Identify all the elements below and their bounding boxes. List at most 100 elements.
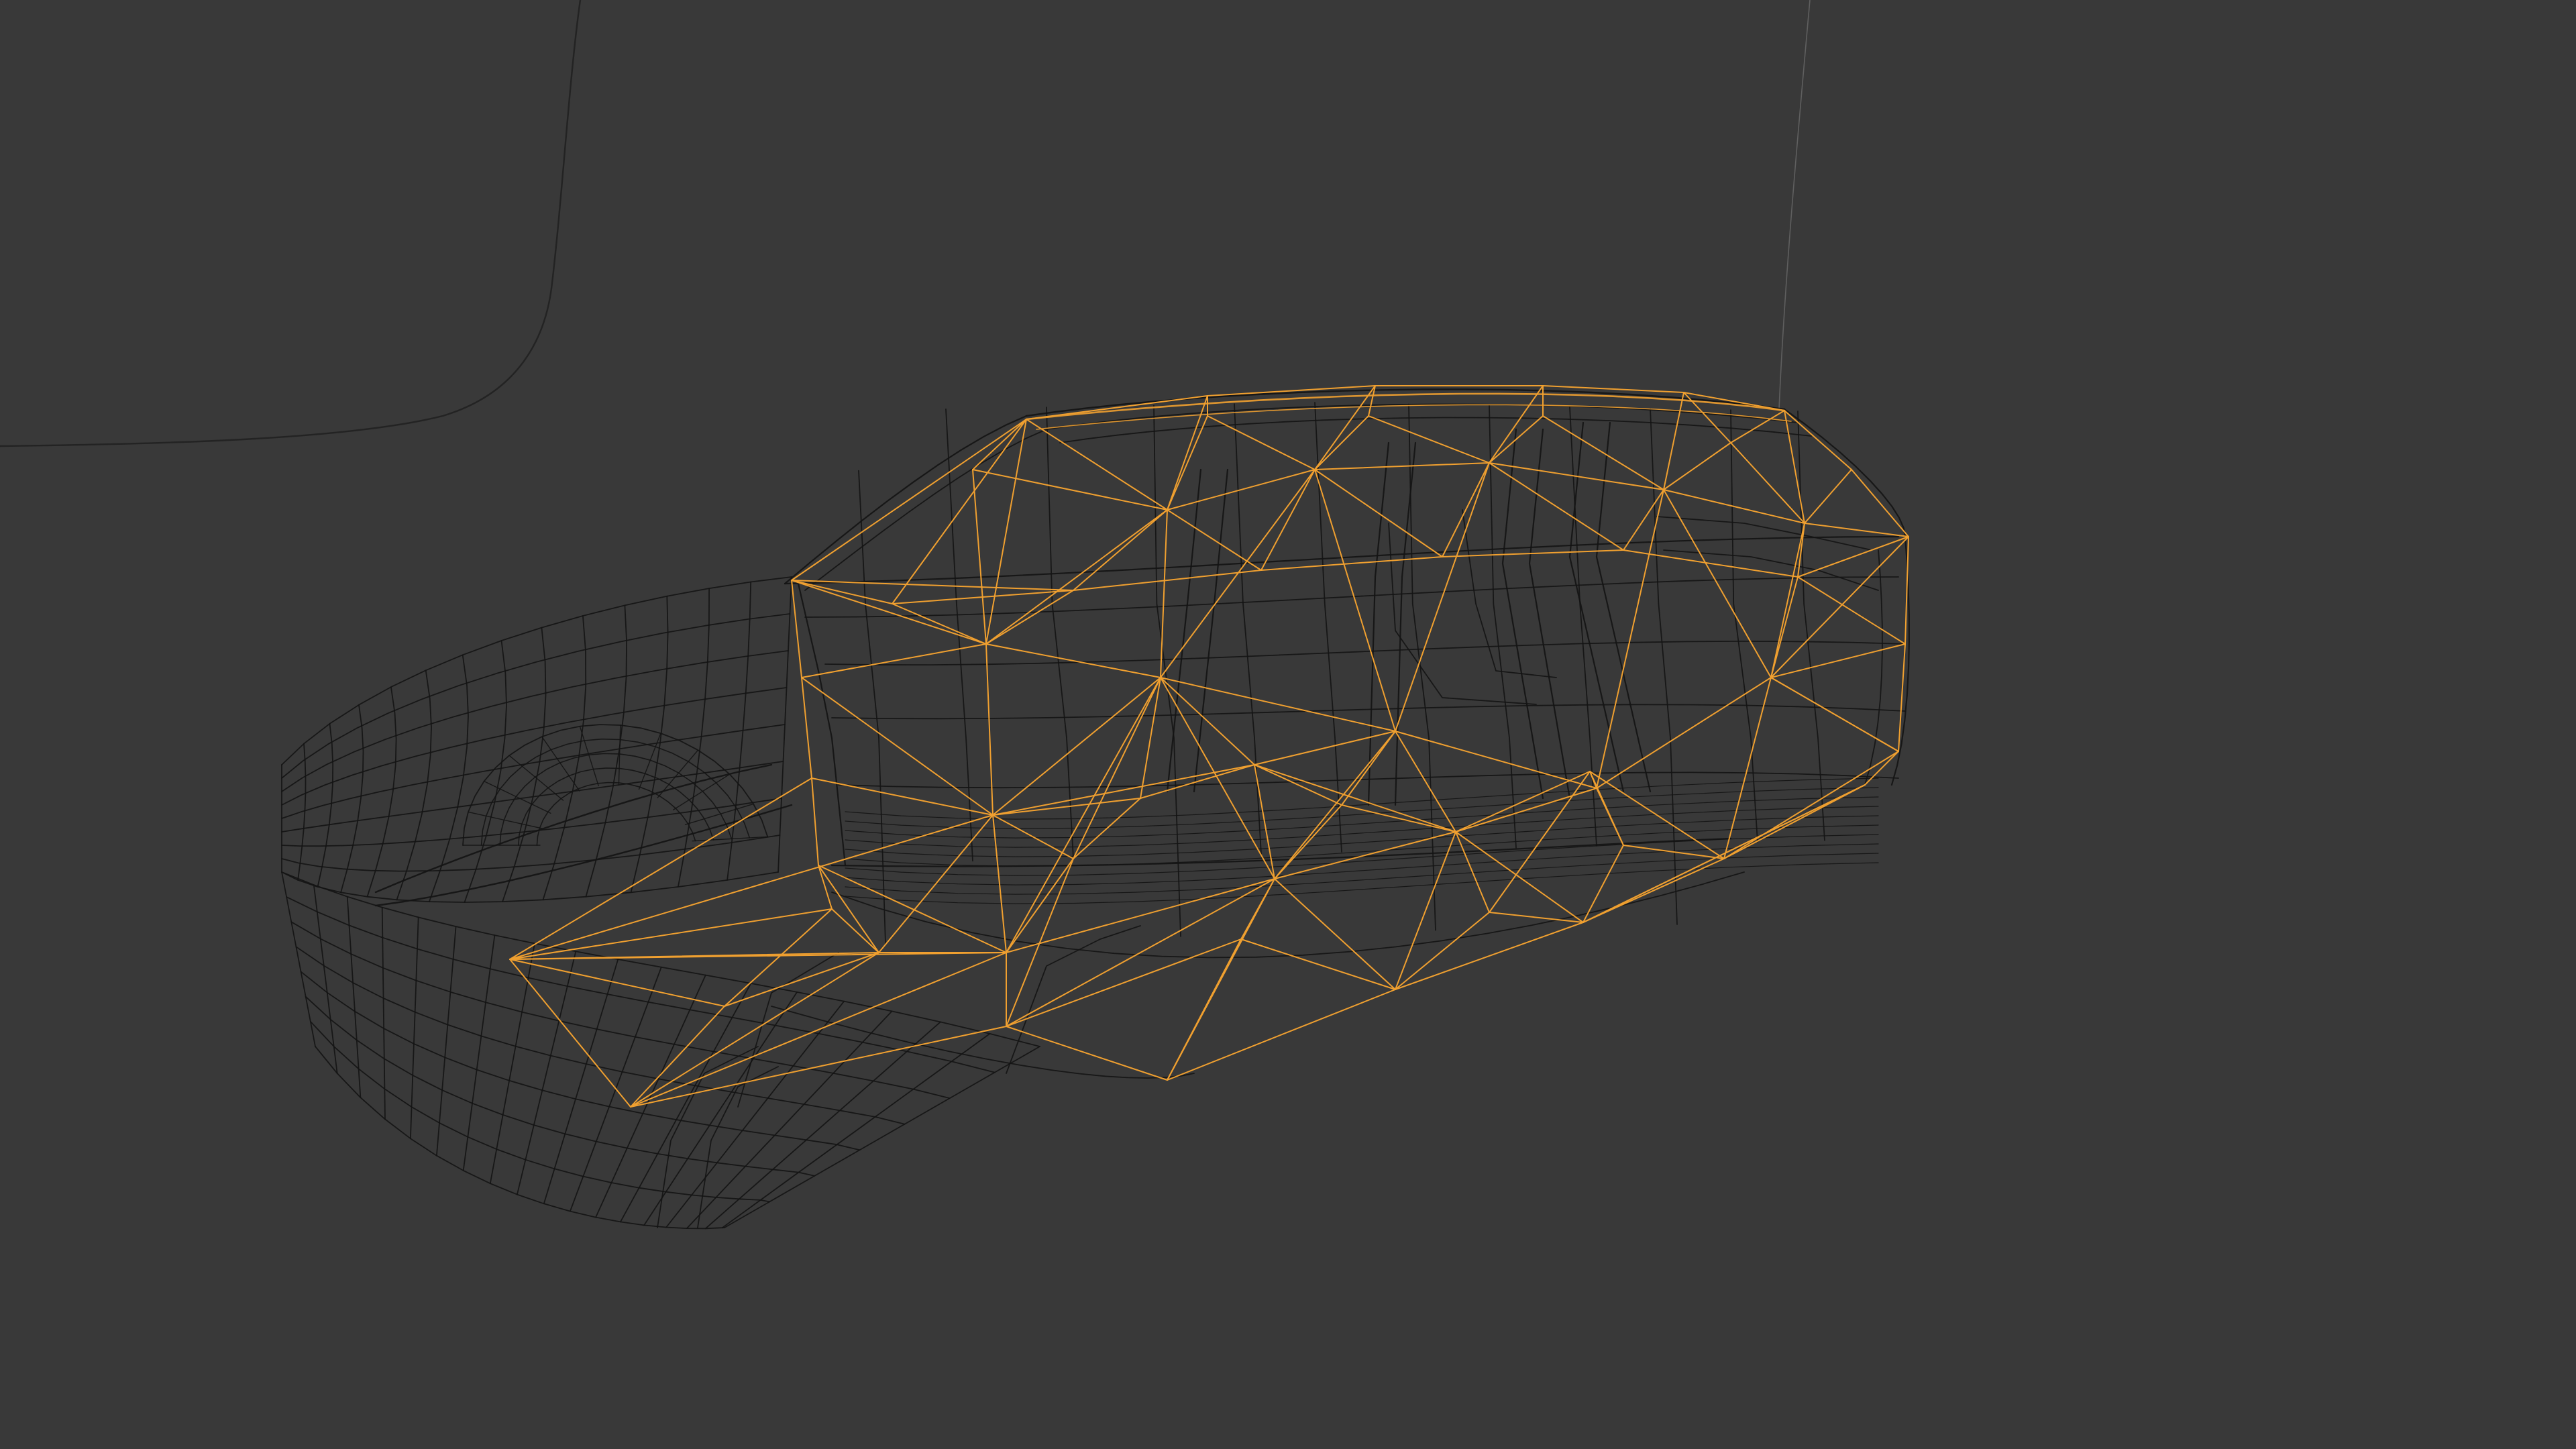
hull-edge <box>791 580 1074 591</box>
hull-edge <box>1207 415 1316 470</box>
lower-panel-line <box>845 815 1879 857</box>
a-pillar <box>784 415 1028 585</box>
wheel-arch <box>517 767 714 846</box>
hull-edge <box>1784 410 1805 524</box>
hull-edge <box>1596 677 1772 789</box>
hull-edge <box>1006 858 1074 953</box>
hull-edge <box>992 677 1161 816</box>
car-body-wireframe[interactable] <box>281 388 1910 1230</box>
wheel-arch-spoke <box>468 811 543 829</box>
bumper-grid-line <box>436 926 457 1157</box>
viewport-scene[interactable] <box>0 0 2576 1449</box>
hull-edge <box>1804 523 1909 537</box>
hull-edge <box>1167 938 1242 1081</box>
hull-edge <box>1489 385 1544 464</box>
hull-edge <box>1160 677 1396 732</box>
rear-window <box>1663 549 1879 591</box>
door-vertical <box>1046 407 1074 859</box>
hood-grid-line <box>281 576 792 765</box>
hull-edge <box>630 1026 1007 1108</box>
hull-edge <box>1582 845 1624 923</box>
camera-clip-line <box>1778 0 1811 410</box>
hull-edge <box>1898 643 1906 752</box>
hull-edge <box>1784 410 1852 470</box>
hull-edge <box>1073 677 1161 859</box>
wheel-arch-spoke <box>618 724 621 786</box>
rear-end <box>1890 535 1910 786</box>
hull-edge <box>1073 509 1168 591</box>
hull-edge <box>801 677 994 816</box>
bumper-grid-line <box>313 884 338 1074</box>
rear-end <box>1864 549 1883 786</box>
collision-hull-wireframe[interactable] <box>509 385 1909 1108</box>
hull-edge <box>1770 536 1909 678</box>
3d-viewport[interactable] <box>0 0 2576 1449</box>
hull-edge <box>992 814 1007 953</box>
background-curve <box>0 0 582 447</box>
hull-edge <box>1770 643 1906 678</box>
bumper-grid-line <box>410 916 419 1140</box>
hull-edge <box>1167 469 1316 511</box>
roof-rail <box>1046 403 1799 430</box>
hull-edge <box>724 952 879 1007</box>
hull-edge <box>1240 938 1396 990</box>
hull-edge <box>1489 462 1624 551</box>
hull-edge <box>1006 1026 1168 1081</box>
hull-edge <box>1274 878 1396 990</box>
hull-edge <box>831 908 879 953</box>
body-crease <box>831 704 1906 720</box>
hull-edge <box>1314 415 1369 470</box>
lower-panel-line <box>845 834 1879 876</box>
hull-edge <box>801 677 812 779</box>
lower-panel-line <box>845 787 1879 829</box>
pillar <box>1193 468 1229 793</box>
hull-edge <box>509 814 994 960</box>
bumper-grid-line <box>281 871 1040 1047</box>
hull-edge <box>1770 576 1799 678</box>
hull-edge <box>1663 489 1772 678</box>
hull-edge <box>801 643 987 678</box>
roof-rail <box>1025 388 1786 417</box>
door-vertical <box>1234 403 1262 855</box>
pillar <box>1568 421 1625 793</box>
pillar <box>1394 441 1417 806</box>
hull-edge <box>818 865 879 953</box>
hull-edge <box>1797 536 1909 578</box>
hull-edge <box>1006 677 1161 953</box>
lower-panel-line <box>845 796 1879 839</box>
hull-edge <box>791 419 1027 581</box>
hull-edge <box>1489 415 1544 464</box>
hull-edge <box>1442 462 1490 557</box>
skirt <box>1006 925 1141 1074</box>
hull-edge <box>1167 395 1208 511</box>
hull-edge <box>985 590 1074 645</box>
hull-edge <box>509 908 833 960</box>
hull-edge <box>1663 442 1731 490</box>
hull-edge <box>1804 469 1852 524</box>
hull-edge <box>1006 858 1074 1027</box>
hull-edge <box>1395 831 1456 990</box>
hull-edge <box>1723 784 1866 859</box>
door-vertical <box>1650 408 1678 925</box>
hull-edge <box>1723 751 1899 859</box>
headlight-edge <box>374 804 793 907</box>
hull-edge <box>892 603 987 645</box>
wheel-arch-spoke <box>541 736 580 792</box>
hull-edge <box>992 764 1255 816</box>
hull-edge <box>1851 469 1909 537</box>
hull-edge <box>985 419 1027 645</box>
bumper-grid-line <box>704 1021 941 1230</box>
wheel-arch-spoke <box>673 773 731 810</box>
hood-grid-line <box>281 724 786 819</box>
door-vertical <box>858 470 886 945</box>
hull-edge <box>1770 523 1805 678</box>
hood-grid-line <box>281 613 791 779</box>
bumper-grid-line <box>543 959 619 1205</box>
lower-panel-line <box>845 806 1879 848</box>
hull-edge <box>1582 858 1725 923</box>
wheel-arch-spoke <box>483 780 551 814</box>
hull-edge <box>1167 989 1396 1081</box>
hull-edge <box>1167 509 1262 571</box>
bumper-grid-line <box>295 946 906 1125</box>
hull-edge <box>1596 489 1664 789</box>
